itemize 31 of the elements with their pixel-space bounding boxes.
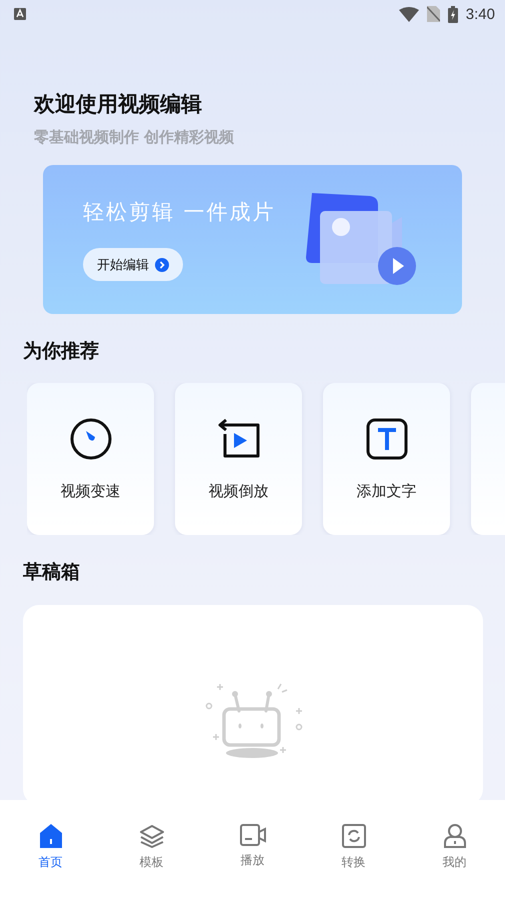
battery-icon bbox=[448, 6, 458, 22]
section-title: 为你推荐 bbox=[23, 339, 100, 364]
video-camera-icon bbox=[240, 824, 266, 846]
speedometer-icon bbox=[70, 418, 112, 460]
section-title: 草稿箱 bbox=[23, 560, 81, 585]
start-edit-button[interactable]: 开始编辑 bbox=[83, 248, 183, 281]
banner-headline: 轻松剪辑 一件成片 bbox=[83, 199, 276, 226]
tool-card[interactable]: 视频倒放 bbox=[175, 383, 302, 535]
page-title: 欢迎使用视频编辑 bbox=[34, 91, 203, 118]
tool-card[interactable]: 视频变速 bbox=[27, 383, 154, 535]
layers-icon bbox=[138, 824, 164, 848]
chevron-icon bbox=[155, 258, 169, 272]
page-subtitle: 零基础视频制作 创作精彩视频 bbox=[34, 128, 236, 147]
nav-tab[interactable]: 我的 bbox=[424, 824, 484, 897]
wifi-icon bbox=[398, 6, 419, 22]
keyboard-icon bbox=[14, 8, 26, 20]
nav-tab[interactable]: 首页 bbox=[20, 824, 80, 897]
text-icon bbox=[366, 418, 408, 460]
no-sim-icon bbox=[426, 6, 440, 22]
tool-label: 视频倒放 bbox=[208, 482, 268, 500]
nav-tab[interactable]: 转换 bbox=[324, 824, 384, 897]
home-icon bbox=[40, 824, 62, 848]
reverse-play-icon bbox=[216, 418, 260, 460]
tool-label: 添加文字 bbox=[356, 482, 416, 500]
nav-tab[interactable]: 模板 bbox=[122, 824, 182, 897]
nav-tab[interactable]: 播放 bbox=[222, 824, 282, 897]
person-icon bbox=[444, 824, 466, 848]
tool-label: 视频变速 bbox=[60, 482, 120, 500]
tool-card[interactable]: 添加文字 bbox=[323, 383, 450, 535]
clock-time: 3:40 bbox=[466, 6, 495, 22]
refresh-icon bbox=[342, 824, 366, 848]
